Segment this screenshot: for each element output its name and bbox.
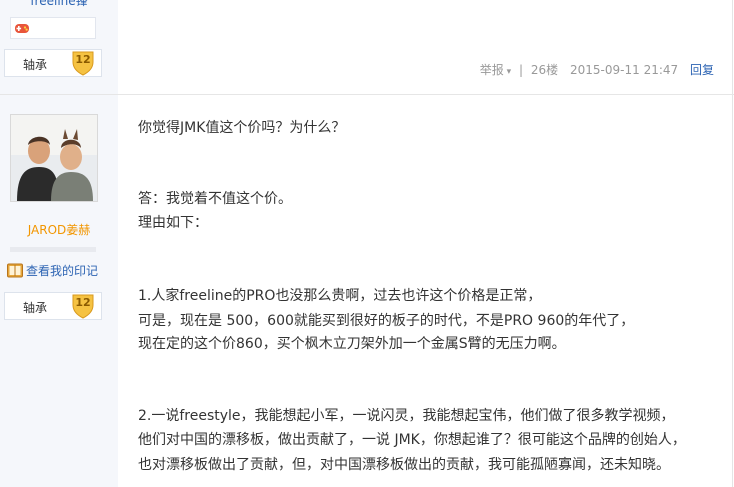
author-level-badge[interactable]: 轴承 12 bbox=[4, 292, 102, 320]
content-line: 你觉得JMK值这个价吗？为什么？ bbox=[138, 120, 346, 136]
content-line: 2.一说freestyle，我能想起小军，一说闪灵，我能想起宝伟，他们做了很多教… bbox=[138, 408, 675, 424]
avatar[interactable] bbox=[10, 114, 98, 202]
post-divider bbox=[0, 94, 734, 95]
content-line: 答：我觉着不值这个价。 bbox=[138, 191, 292, 207]
level-number: 12 bbox=[75, 53, 91, 66]
level-name: 轴承 bbox=[23, 301, 48, 315]
previous-level-badge[interactable]: 轴承 12 bbox=[4, 49, 102, 77]
previous-post-meta: 举报 | 26楼 2015-09-11 21:47 回复 bbox=[476, 61, 714, 78]
floor-number: 26楼 bbox=[530, 63, 559, 77]
report-link[interactable]: 举报 bbox=[480, 63, 511, 77]
book-icon bbox=[7, 263, 23, 278]
content-line: 可是，现在是 500，600就能买到很好的板子的时代，不是PRO 960的年代了… bbox=[138, 313, 635, 329]
separator-bar bbox=[10, 247, 96, 252]
level-number: 12 bbox=[75, 296, 91, 309]
reply-link[interactable]: 回复 bbox=[690, 63, 714, 77]
post-timestamp: 2015-09-11 21:47 bbox=[570, 63, 679, 77]
author-username[interactable]: JAROD姜赫 bbox=[0, 221, 118, 238]
content-line: 也对漂移板做出了贡献，但，对中国漂移板做出的贡献，我可能孤陋寡闻，还未知晓。 bbox=[138, 457, 670, 473]
previous-username[interactable]: freeline锋 bbox=[0, 0, 118, 9]
game-controller-icon bbox=[15, 24, 29, 33]
meta-separator: | bbox=[519, 63, 524, 77]
content-line: 1.人家freeline的PRO也没那么贵啊，过去也许这个价格是正常， bbox=[138, 288, 542, 304]
content-line: 他们对中国的漂移板，做出贡献了，一说 JMK，你想起谁了？很可能这个品牌的创始人… bbox=[138, 432, 686, 448]
content-line: 现在定的这个价860，买个枫木立刀架外加一个金属S臂的无压力啊。 bbox=[138, 336, 566, 352]
previous-badge-box bbox=[10, 17, 96, 39]
yinji-label: 查看我的印记 bbox=[26, 264, 99, 278]
avatar-photo bbox=[11, 115, 97, 201]
content-line: 理由如下： bbox=[138, 215, 208, 231]
view-yinji-link[interactable]: 查看我的印记 bbox=[7, 262, 115, 280]
level-name: 轴承 bbox=[23, 58, 48, 72]
right-border bbox=[732, 0, 733, 487]
